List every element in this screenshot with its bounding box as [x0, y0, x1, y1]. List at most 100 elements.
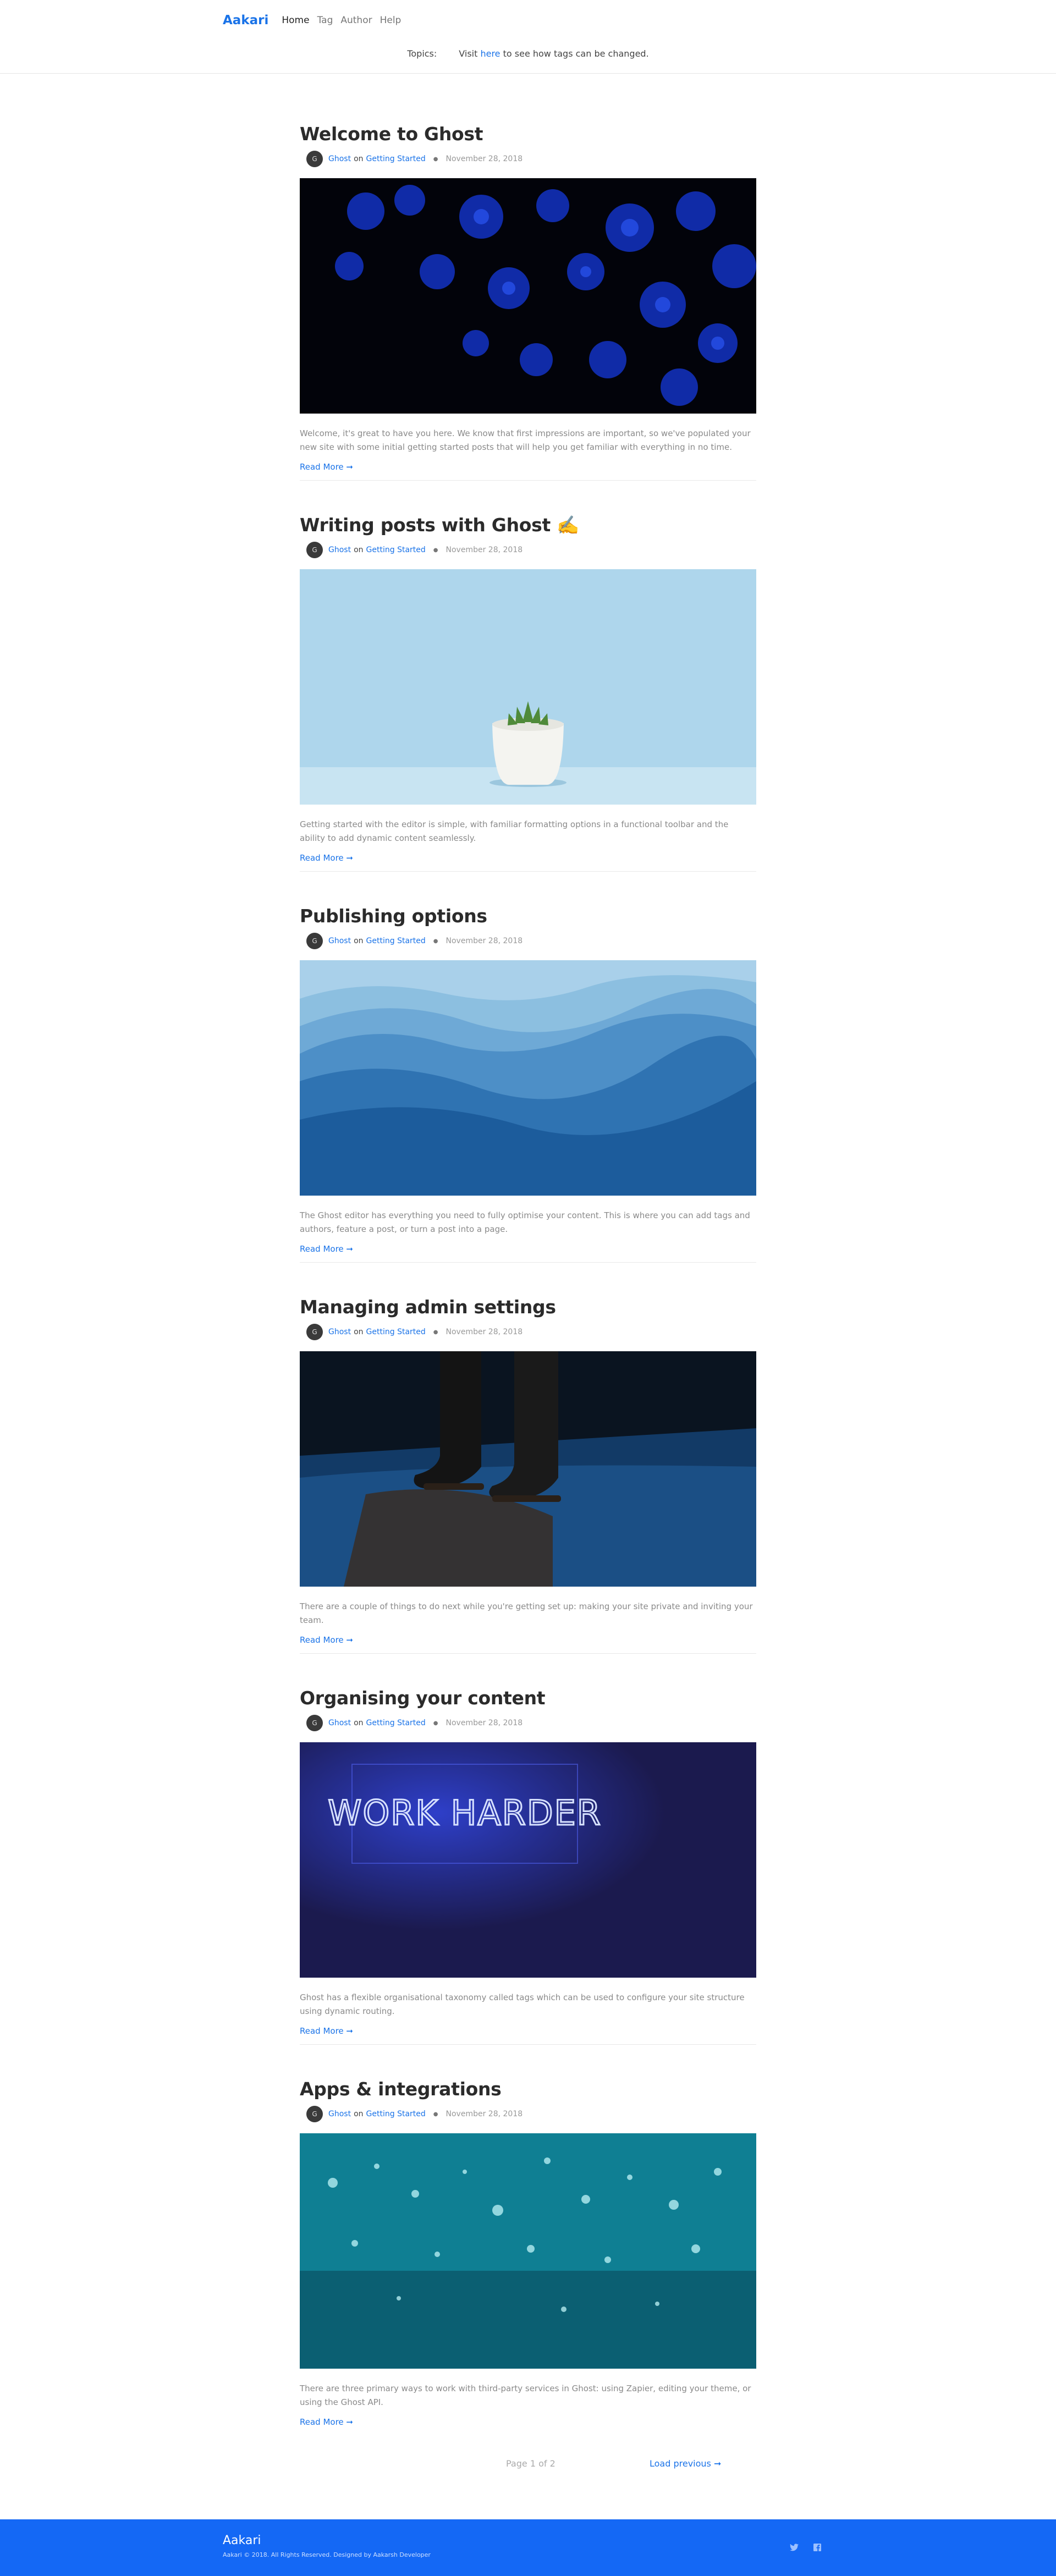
footer-copyright: Aakari © 2018. All Rights Reserved. Desi… — [223, 2551, 431, 2558]
topics-bar: Topics: Visit here to see how tags can be… — [0, 48, 1056, 59]
feature-image[interactable] — [300, 178, 756, 414]
author-link[interactable]: Ghost — [328, 1328, 351, 1336]
post-card: Organising your content G Ghost on Getti… — [300, 1686, 756, 2045]
neon-sign-image: WORK HARDER — [300, 1742, 756, 1978]
underwater-bubbles-image — [300, 2133, 756, 2369]
succulent-plant-image — [300, 569, 756, 805]
author-link[interactable]: Ghost — [328, 155, 351, 163]
tag-link[interactable]: Getting Started — [366, 546, 426, 554]
brand-logo[interactable]: Aakari — [223, 13, 268, 27]
facebook-icon[interactable] — [812, 2542, 822, 2552]
feature-image[interactable] — [300, 2133, 756, 2369]
post-meta: G Ghost on Getting Started ● November 28… — [300, 151, 756, 167]
topics-text-after: to see how tags can be changed. — [500, 48, 649, 59]
meta-separator: ● — [433, 547, 438, 553]
nav-home[interactable]: Home — [282, 15, 309, 26]
post-excerpt: Ghost has a flexible organisational taxo… — [300, 1992, 745, 2016]
main-nav: Aakari Home Tag Author Help — [223, 12, 409, 29]
meta-on: on — [354, 155, 364, 163]
post-title[interactable]: Writing posts with Ghost ✍️ — [300, 513, 756, 537]
author-link[interactable]: Ghost — [328, 1719, 351, 1727]
author-link[interactable]: Ghost — [328, 2110, 351, 2118]
topics-link[interactable]: here — [480, 48, 500, 59]
post-divider — [300, 2044, 756, 2045]
author-avatar[interactable]: G — [306, 151, 323, 167]
pagination: Page 1 of 2 Load previous ➞ — [0, 2458, 1056, 2475]
post-excerpt: Getting started with the editor is simpl… — [300, 819, 729, 843]
footer-brand[interactable]: Aakari — [223, 2534, 261, 2547]
post-meta: G Ghost on Getting Started ● November 28… — [300, 1324, 756, 1340]
twitter-icon[interactable] — [789, 2542, 799, 2552]
author-avatar[interactable]: G — [306, 933, 323, 949]
post-date: November 28, 2018 — [446, 2110, 523, 2118]
page-number: Page 1 of 2 — [506, 2458, 556, 2469]
post-date: November 28, 2018 — [446, 546, 523, 554]
footer-social — [789, 2542, 822, 2552]
post-excerpt: Welcome, it's great to have you here. We… — [300, 428, 751, 452]
post-card: Publishing options G Ghost on Getting St… — [300, 904, 756, 1263]
neon-sign-text: WORK HARDER — [328, 1793, 602, 1833]
post-date: November 28, 2018 — [446, 155, 523, 163]
post-date: November 28, 2018 — [446, 937, 523, 945]
feature-image[interactable] — [300, 569, 756, 805]
topics-text-before: Visit — [459, 48, 481, 59]
post-title[interactable]: Managing admin settings — [300, 1295, 756, 1319]
post-excerpt: The Ghost editor has everything you need… — [300, 1210, 750, 1234]
meta-separator: ● — [433, 156, 438, 162]
blue-mountains-image — [300, 960, 756, 1196]
post-divider — [300, 1262, 756, 1263]
tag-link[interactable]: Getting Started — [366, 1719, 426, 1727]
author-link[interactable]: Ghost — [328, 937, 351, 945]
post-card: Apps & integrations G Ghost on Getting S… — [300, 2077, 756, 2428]
author-avatar[interactable]: G — [306, 542, 323, 558]
meta-on: on — [354, 1328, 364, 1336]
post-card: Managing admin settings G Ghost on Getti… — [300, 1295, 756, 1654]
tag-link[interactable]: Getting Started — [366, 155, 426, 163]
meta-on: on — [354, 1719, 364, 1727]
meta-separator: ● — [433, 1329, 438, 1335]
author-link[interactable]: Ghost — [328, 546, 351, 554]
dark-blue-flowers-image — [300, 178, 756, 414]
read-more-link[interactable]: Read More ➞ — [300, 1244, 353, 1254]
read-more-link[interactable]: Read More ➞ — [300, 2026, 353, 2036]
read-more-link[interactable]: Read More ➞ — [300, 1635, 353, 1645]
read-more-link[interactable]: Read More ➞ — [300, 2417, 353, 2427]
nav-help[interactable]: Help — [380, 15, 402, 26]
read-more-link[interactable]: Read More ➞ — [300, 853, 353, 863]
tag-link[interactable]: Getting Started — [366, 1328, 426, 1336]
post-date: November 28, 2018 — [446, 1328, 523, 1336]
post-divider — [300, 480, 756, 481]
load-previous-link[interactable]: Load previous ➞ — [650, 2458, 721, 2469]
meta-separator: ● — [433, 1720, 438, 1726]
post-divider — [300, 871, 756, 872]
post-meta: G Ghost on Getting Started ● November 28… — [300, 2106, 756, 2122]
boots-on-floor-image — [300, 1351, 756, 1587]
post-excerpt: There are three primary ways to work wit… — [300, 2384, 751, 2407]
meta-separator: ● — [433, 2111, 438, 2117]
read-more-link[interactable]: Read More ➞ — [300, 462, 353, 472]
feature-image[interactable] — [300, 1351, 756, 1587]
meta-separator: ● — [433, 938, 438, 944]
post-title[interactable]: Apps & integrations — [300, 2077, 756, 2101]
nav-author[interactable]: Author — [340, 15, 372, 26]
meta-on: on — [354, 937, 364, 945]
post-meta: G Ghost on Getting Started ● November 28… — [300, 542, 756, 558]
post-excerpt: There are a couple of things to do next … — [300, 1601, 753, 1625]
post-title[interactable]: Organising your content — [300, 1686, 756, 1710]
post-card: Writing posts with Ghost ✍️ G Ghost on G… — [300, 513, 756, 872]
site-footer: Aakari Aakari © 2018. All Rights Reserve… — [0, 2519, 1056, 2576]
author-avatar[interactable]: G — [306, 1324, 323, 1340]
tag-link[interactable]: Getting Started — [366, 937, 426, 945]
tag-link[interactable]: Getting Started — [366, 2110, 426, 2118]
meta-on: on — [354, 2110, 364, 2118]
feature-image[interactable]: WORK HARDER — [300, 1742, 756, 1978]
site-header: Aakari Home Tag Author Help Topics: Visit… — [0, 0, 1056, 74]
post-title[interactable]: Welcome to Ghost — [300, 122, 756, 146]
post-title[interactable]: Publishing options — [300, 904, 756, 928]
author-avatar[interactable]: G — [306, 2106, 323, 2122]
feature-image[interactable] — [300, 960, 756, 1196]
post-date: November 28, 2018 — [446, 1719, 523, 1727]
author-avatar[interactable]: G — [306, 1715, 323, 1731]
post-meta: G Ghost on Getting Started ● November 28… — [300, 1715, 756, 1731]
nav-tag[interactable]: Tag — [317, 15, 333, 26]
